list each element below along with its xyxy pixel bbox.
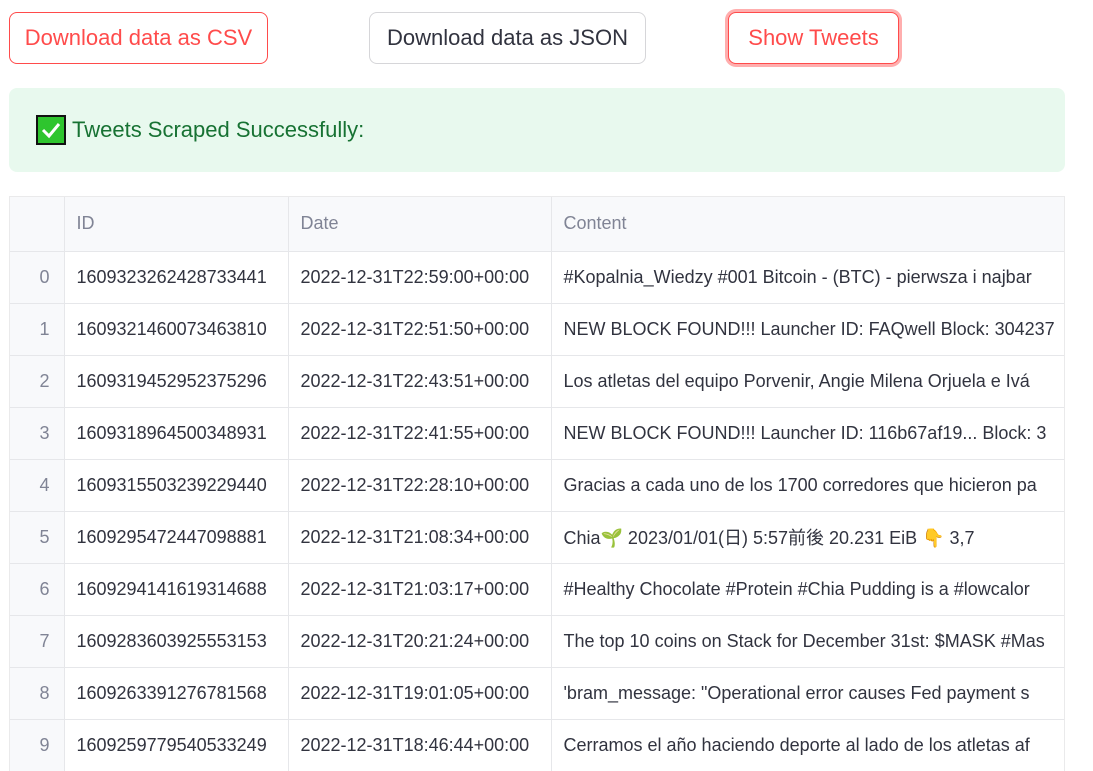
alert-text: Tweets Scraped Successfully:	[72, 117, 365, 142]
table-row[interactable]: 9 1609259779540533249 2022-12-31T18:46:44+…	[10, 719, 1064, 771]
date-cell[interactable]: 2022-12-31T19:01:05+00:00	[288, 667, 552, 720]
table-header-row: ID Date Content	[10, 197, 1064, 252]
column-header-content[interactable]: Content	[551, 197, 1064, 252]
row-index-cell[interactable]: 5	[10, 511, 65, 564]
id-cell[interactable]: 1609294141619314688	[64, 563, 289, 616]
column-header-id[interactable]: ID	[64, 197, 289, 252]
table-row[interactable]: 7 1609283603925553153 2022-12-31T20:21:24+…	[10, 615, 1064, 668]
id-cell[interactable]: 1609315503239229440	[64, 459, 289, 512]
date-cell[interactable]: 2022-12-31T22:41:55+00:00	[288, 407, 552, 460]
table-row[interactable]: 2 1609319452952375296 2022-12-31T22:43:51+…	[10, 355, 1064, 408]
date-cell[interactable]: 2022-12-31T22:28:10+00:00	[288, 459, 552, 512]
column-header-index[interactable]	[10, 197, 65, 252]
check-mark-button-icon	[36, 115, 66, 145]
content-cell[interactable]: The top 10 coins on Stack for December 3…	[551, 615, 1064, 668]
table-row[interactable]: 3 1609318964500348931 2022-12-31T22:41:55+…	[10, 407, 1064, 460]
id-cell[interactable]: 1609318964500348931	[64, 407, 289, 460]
table-row[interactable]: 4 1609315503239229440 2022-12-31T22:28:10+…	[10, 459, 1064, 512]
row-index-cell[interactable]: 2	[10, 355, 65, 408]
table-row[interactable]: 6 1609294141619314688 2022-12-31T21:03:17+…	[10, 563, 1064, 616]
table-row[interactable]: 8 1609263391276781568 2022-12-31T19:01:05+…	[10, 667, 1064, 720]
row-index-cell[interactable]: 1	[10, 303, 65, 356]
row-index-cell[interactable]: 6	[10, 563, 65, 616]
row-index-cell[interactable]: 3	[10, 407, 65, 460]
row-index-cell[interactable]: 7	[10, 615, 65, 668]
tweets-table[interactable]: ID Date Content 0 1609323262428733441 2022…	[9, 196, 1065, 771]
row-index-cell[interactable]: 8	[10, 667, 65, 720]
download-csv-button[interactable]: Download data as CSV	[9, 12, 268, 64]
success-alert: Tweets Scraped Successfully:	[9, 88, 1065, 172]
date-cell[interactable]: 2022-12-31T18:46:44+00:00	[288, 719, 552, 771]
row-index-cell[interactable]: 4	[10, 459, 65, 512]
content-cell[interactable]: 'bram_message: "Operational error causes…	[551, 667, 1064, 720]
id-cell[interactable]: 1609321460073463810	[64, 303, 289, 356]
row-index-cell[interactable]: 0	[10, 251, 65, 304]
id-cell[interactable]: 1609263391276781568	[64, 667, 289, 720]
content-cell[interactable]: Gracias a cada uno de los 1700 corredore…	[551, 459, 1064, 512]
id-cell[interactable]: 1609259779540533249	[64, 719, 289, 771]
content-cell[interactable]: NEW BLOCK FOUND!!! Launcher ID: 116b67af…	[551, 407, 1064, 460]
table-row[interactable]: 1 1609321460073463810 2022-12-31T22:51:50+…	[10, 303, 1064, 356]
show-tweets-button[interactable]: Show Tweets	[728, 12, 899, 64]
date-cell[interactable]: 2022-12-31T20:21:24+00:00	[288, 615, 552, 668]
date-cell[interactable]: 2022-12-31T21:08:34+00:00	[288, 511, 552, 564]
content-cell[interactable]: Los atletas del equipo Porvenir, Angie M…	[551, 355, 1064, 408]
content-cell[interactable]: Cerramos el año haciendo deporte al lado…	[551, 719, 1064, 771]
content-cell[interactable]: #Kopalnia_Wiedzy #001 Bitcoin - (BTC) - …	[551, 251, 1064, 304]
id-cell[interactable]: 1609323262428733441	[64, 251, 289, 304]
date-cell[interactable]: 2022-12-31T22:51:50+00:00	[288, 303, 552, 356]
table-row[interactable]: 5 1609295472447098881 2022-12-31T21:08:34+…	[10, 511, 1064, 564]
column-header-date[interactable]: Date	[288, 197, 552, 252]
date-cell[interactable]: 2022-12-31T22:59:00+00:00	[288, 251, 552, 304]
row-index-cell[interactable]: 9	[10, 719, 65, 771]
table-row[interactable]: 0 1609323262428733441 2022-12-31T22:59:00+…	[10, 251, 1064, 304]
content-cell[interactable]: Chia🌱 2023/01/01(日) 5:57前後 20.231 EiB 👇 …	[551, 511, 1064, 564]
date-cell[interactable]: 2022-12-31T21:03:17+00:00	[288, 563, 552, 616]
id-cell[interactable]: 1609283603925553153	[64, 615, 289, 668]
content-cell[interactable]: NEW BLOCK FOUND!!! Launcher ID: FAQwell …	[551, 303, 1064, 356]
download-json-button[interactable]: Download data as JSON	[369, 12, 646, 64]
id-cell[interactable]: 1609319452952375296	[64, 355, 289, 408]
id-cell[interactable]: 1609295472447098881	[64, 511, 289, 564]
content-cell[interactable]: #Healthy Chocolate #Protein #Chia Puddin…	[551, 563, 1064, 616]
date-cell[interactable]: 2022-12-31T22:43:51+00:00	[288, 355, 552, 408]
